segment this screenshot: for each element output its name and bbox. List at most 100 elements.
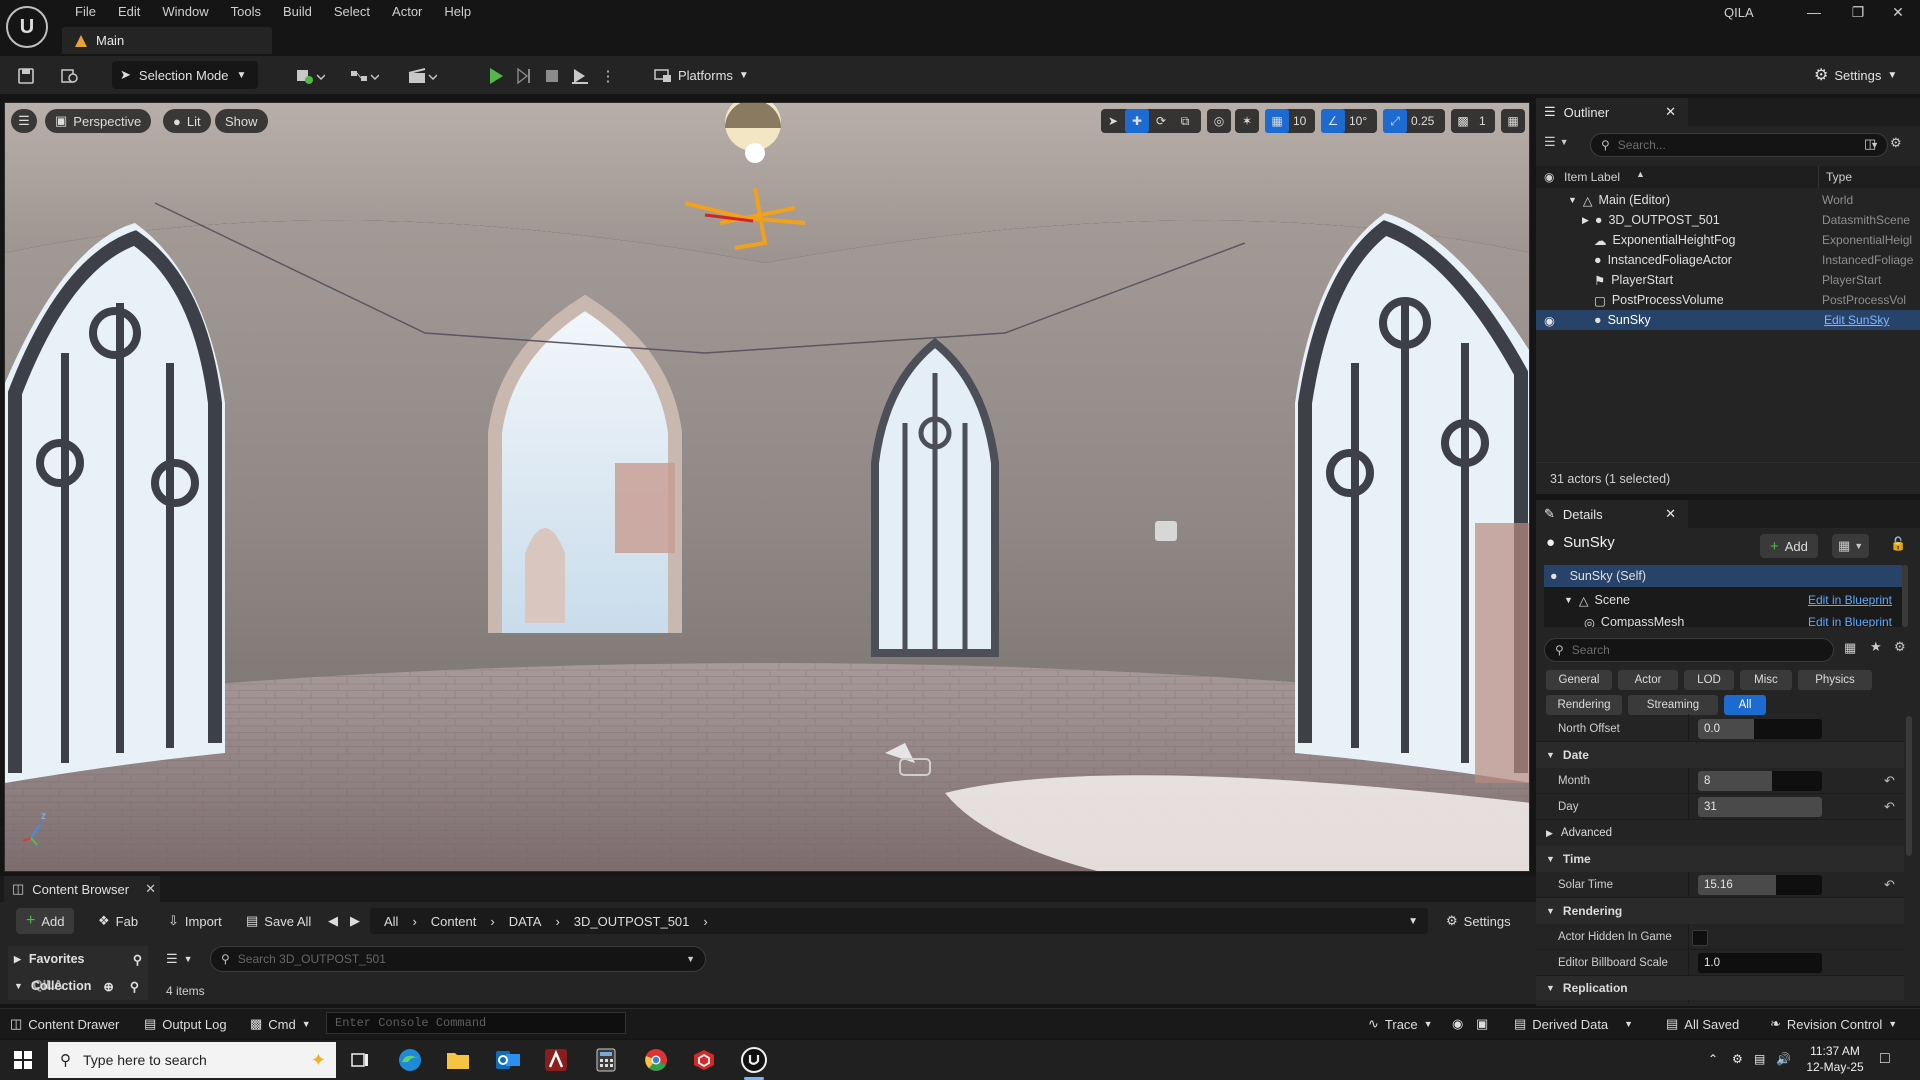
table-view-icon[interactable]: ▦ bbox=[1844, 640, 1856, 656]
save-icon[interactable] bbox=[14, 64, 38, 88]
select-tool-icon[interactable]: ➤ bbox=[1101, 109, 1125, 133]
category-replication[interactable]: ▼ Replication bbox=[1536, 976, 1904, 1000]
outlook-icon[interactable] bbox=[490, 1044, 526, 1076]
camera-speed[interactable]: ▩ 1 bbox=[1451, 109, 1495, 133]
restore-icon[interactable]: ❐ bbox=[1836, 0, 1880, 24]
taskbar-search-input[interactable]: ⚲ Type here to search ✦ bbox=[48, 1042, 336, 1078]
menu-help[interactable]: Help bbox=[433, 0, 482, 24]
menu-file[interactable]: File bbox=[64, 0, 107, 24]
derived-data-dropdown[interactable]: ▤ Derived Data ▼ bbox=[1514, 1013, 1633, 1035]
save-all-button[interactable]: ▤ Save All bbox=[240, 908, 317, 934]
unreal-engine-icon[interactable] bbox=[736, 1044, 772, 1080]
add-collection-icon[interactable]: ⊕ bbox=[103, 979, 113, 994]
filter-dropdown[interactable]: ☰ ▼ bbox=[160, 946, 199, 972]
content-browser-tab[interactable]: ◫ Content Browser ✕ bbox=[4, 876, 160, 902]
day-input[interactable]: 31 bbox=[1698, 796, 1822, 817]
edge-icon[interactable] bbox=[392, 1044, 428, 1076]
gear-icon[interactable]: ⚙ bbox=[1894, 639, 1906, 655]
chevron-down-icon[interactable]: ▼ bbox=[1408, 916, 1418, 927]
filter-streaming[interactable]: Streaming bbox=[1628, 695, 1718, 715]
category-advanced[interactable]: ▶ Advanced bbox=[1536, 820, 1904, 846]
output-log-button[interactable]: ▤ Output Log bbox=[144, 1013, 227, 1035]
outliner-row[interactable]: ⚑ PlayerStart PlayerStart bbox=[1536, 270, 1920, 290]
tray-chevron-up-icon[interactable]: ⌃ bbox=[1708, 1052, 1718, 1066]
autocad-icon[interactable] bbox=[538, 1044, 574, 1076]
level-viewport[interactable]: z ☰ ▣ Perspective ● Lit Show ➤ ✚ ⟳ ⧉ ◎ ✶… bbox=[4, 102, 1530, 872]
category-date[interactable]: ▼ Date bbox=[1536, 742, 1904, 768]
collection-section[interactable]: ▼ QILA Collection ⊕ ⚲ bbox=[8, 972, 148, 1000]
rotate-tool-icon[interactable]: ⟳ bbox=[1149, 109, 1173, 133]
menu-tools[interactable]: Tools bbox=[220, 0, 272, 24]
scale-snap[interactable]: ⤢ 0.25 bbox=[1383, 109, 1445, 133]
outliner-row[interactable]: ☁ ExponentialHeightFog ExponentialHeigl bbox=[1536, 230, 1920, 250]
component-row[interactable]: ● SunSky (Self) bbox=[1544, 565, 1902, 587]
col-item-label[interactable]: Item Label bbox=[1564, 170, 1620, 184]
history-forward-icon[interactable]: ▶ bbox=[344, 908, 366, 934]
component-tree-scrollbar[interactable] bbox=[1902, 565, 1908, 627]
show-button[interactable]: Show bbox=[215, 109, 268, 133]
outliner-row[interactable]: ● InstancedFoliageActor InstancedFoliage bbox=[1536, 250, 1920, 270]
sketchup-icon[interactable] bbox=[686, 1044, 722, 1076]
chrome-icon[interactable] bbox=[638, 1044, 674, 1076]
settings-dropdown[interactable]: ⚙ Settings ▼ bbox=[1808, 61, 1903, 89]
perspective-button[interactable]: ▣ Perspective bbox=[45, 109, 152, 133]
history-back-icon[interactable]: ◀ bbox=[322, 908, 344, 934]
import-button[interactable]: ⇩ Import bbox=[162, 908, 228, 934]
stop-icon[interactable] bbox=[540, 64, 564, 88]
cinematics-icon[interactable] bbox=[404, 64, 440, 88]
all-saved-button[interactable]: ▤ All Saved bbox=[1666, 1013, 1739, 1035]
category-rendering[interactable]: ▼ Rendering bbox=[1536, 898, 1904, 924]
details-search-input[interactable]: ⚲ Search bbox=[1544, 638, 1834, 662]
breadcrumb-data[interactable]: DATA bbox=[509, 914, 542, 929]
favorites-section[interactable]: ▶ Favorites ⚲ bbox=[8, 946, 148, 972]
network-icon[interactable]: ▤ bbox=[1754, 1052, 1765, 1066]
reset-icon[interactable]: ↶ bbox=[1884, 877, 1895, 893]
blueprint-options-dropdown[interactable]: ▦ ▼ bbox=[1832, 534, 1870, 558]
edit-sunsky-link[interactable]: Edit SunSky bbox=[1824, 313, 1889, 327]
play-icon[interactable] bbox=[484, 64, 508, 88]
add-button[interactable]: + Add bbox=[16, 908, 75, 934]
north-offset-input[interactable]: 0.0 bbox=[1698, 718, 1822, 739]
filter-all[interactable]: All bbox=[1724, 695, 1766, 715]
outliner-filter-dropdown[interactable]: ☰ ▼ bbox=[1544, 134, 1569, 150]
volume-icon[interactable]: 🔊 bbox=[1776, 1052, 1791, 1066]
solar-time-input[interactable]: 15.16 bbox=[1698, 874, 1822, 895]
outliner-row-selected[interactable]: ◉ ● SunSky Edit SunSky bbox=[1536, 310, 1920, 330]
close-window-icon[interactable]: ✕ bbox=[1876, 0, 1920, 24]
level-tab[interactable]: Main bbox=[62, 27, 272, 54]
calculator-icon[interactable] bbox=[588, 1044, 624, 1076]
edit-in-blueprint-link[interactable]: Edit in Blueprint bbox=[1808, 593, 1892, 607]
translate-tool-icon[interactable]: ✚ bbox=[1125, 109, 1149, 133]
browse-icon[interactable] bbox=[58, 64, 82, 88]
outliner-search-input[interactable]: ⚲ Search... ▼ bbox=[1590, 133, 1888, 157]
menu-window[interactable]: Window bbox=[151, 0, 219, 24]
menu-build[interactable]: Build bbox=[272, 0, 323, 24]
eye-icon[interactable]: ◉ bbox=[1544, 313, 1555, 328]
actor-hidden-checkbox[interactable] bbox=[1692, 930, 1708, 946]
fab-button[interactable]: ❖ Fab bbox=[92, 908, 144, 934]
viewport-menu-button[interactable]: ☰ bbox=[11, 109, 37, 133]
component-row[interactable]: ◎ CompassMesh Edit in Blueprint bbox=[1544, 611, 1902, 627]
step-icon[interactable] bbox=[512, 64, 536, 88]
lock-icon[interactable]: 🔓 bbox=[1890, 536, 1906, 552]
platforms-dropdown[interactable]: Platforms ▼ bbox=[648, 61, 755, 89]
grid-snap[interactable]: ▦ 10 bbox=[1265, 109, 1315, 133]
filter-actor[interactable]: Actor bbox=[1618, 670, 1678, 690]
menu-select[interactable]: Select bbox=[323, 0, 381, 24]
cmd-dropdown[interactable]: ▩ Cmd ▼ bbox=[250, 1013, 311, 1035]
revision-control-dropdown[interactable]: ❧ Revision Control ▼ bbox=[1770, 1013, 1897, 1035]
console-input[interactable]: Enter Console Command bbox=[326, 1012, 626, 1034]
notifications-icon[interactable]: □ bbox=[1880, 1050, 1890, 1068]
taskbar-clock[interactable]: 11:37 AM 12-May-25 bbox=[1800, 1043, 1870, 1075]
blueprint-icon[interactable] bbox=[346, 64, 382, 88]
month-input[interactable]: 8 bbox=[1698, 770, 1822, 791]
more-options-icon[interactable]: ⋮ bbox=[596, 64, 620, 88]
trace-dropdown[interactable]: ∿ Trace ▼ bbox=[1368, 1013, 1433, 1035]
eject-icon[interactable] bbox=[568, 64, 592, 88]
screenshot-icon[interactable]: ▣ bbox=[1476, 1013, 1488, 1035]
filter-general[interactable]: General bbox=[1546, 670, 1612, 690]
unreal-logo-icon[interactable]: U bbox=[6, 6, 48, 48]
filter-misc[interactable]: Misc bbox=[1740, 670, 1792, 690]
chevron-down-icon[interactable]: ▼ bbox=[686, 954, 695, 964]
add-actor-icon[interactable] bbox=[292, 64, 328, 88]
